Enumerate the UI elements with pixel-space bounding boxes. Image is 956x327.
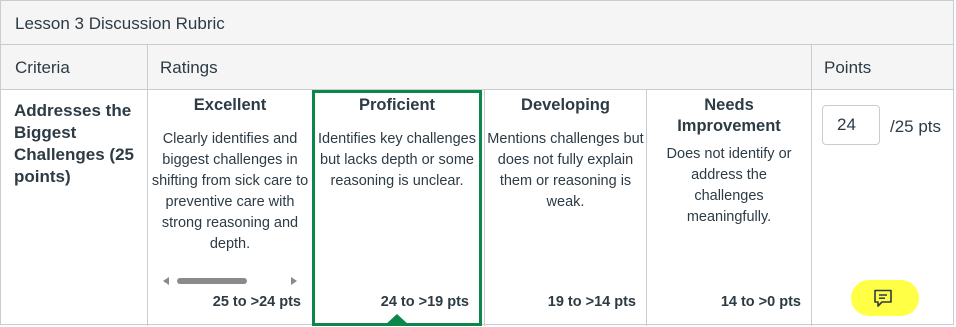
rating-description: Does not identify or address the challen… (666, 146, 792, 225)
comment-icon (874, 289, 892, 307)
rubric-title-bar: Lesson 3 Discussion Rubric (1, 1, 953, 45)
horizontal-scrollbar[interactable] (163, 277, 297, 287)
scroll-thumb[interactable] (177, 278, 247, 284)
points-header: Points (824, 58, 872, 77)
divider (811, 45, 812, 326)
scroll-left-icon[interactable] (163, 277, 169, 285)
points-total: /25 pts (890, 117, 942, 136)
rating-points: 25 to >24 pts (212, 294, 301, 310)
rating-title: Developing (521, 96, 610, 114)
rating-developing[interactable]: Developing Mentions challenges but does … (487, 90, 644, 326)
rating-proficient[interactable]: Proficient Identifies key challenges but… (312, 90, 482, 326)
divider (147, 45, 148, 326)
comment-button[interactable] (851, 280, 919, 316)
rating-points: 19 to >14 pts (547, 294, 636, 310)
rating-title: Proficient (358, 96, 436, 114)
rubric-table: Lesson 3 Discussion Rubric Criteria Rati… (0, 0, 954, 326)
criterion-description: Addresses the Biggest Challenges (25 poi… (14, 101, 134, 186)
selected-pointer-icon (384, 314, 410, 326)
rating-points: 14 to >0 pts (720, 294, 801, 310)
divider (646, 90, 647, 326)
rating-title: Excellent (193, 96, 267, 114)
criteria-header: Criteria (15, 58, 70, 77)
rating-excellent[interactable]: Excellent Clearly identifies and biggest… (151, 90, 309, 326)
rating-description: Mentions challenges but does not fully e… (487, 131, 644, 210)
rating-description: Identifies key challenges but lacks dept… (318, 131, 476, 189)
rating-title: Needs Improvement (677, 96, 781, 135)
rating-needs-improvement[interactable]: Needs Improvement Does not identify or a… (649, 90, 809, 326)
divider (484, 90, 485, 326)
rating-description: Clearly identifies and biggest challenge… (151, 131, 309, 252)
rubric-title: Lesson 3 Discussion Rubric (15, 14, 225, 33)
rating-points: 24 to >19 pts (380, 294, 469, 310)
points-input[interactable] (822, 105, 880, 145)
ratings-header: Ratings (160, 58, 218, 77)
scroll-right-icon[interactable] (291, 277, 297, 285)
